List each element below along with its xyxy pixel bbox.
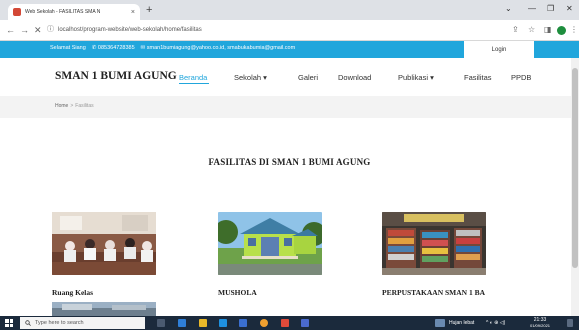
edge-icon[interactable] <box>219 319 227 327</box>
library-photo[interactable] <box>382 212 486 275</box>
share-icon[interactable]: ⇪ <box>512 25 519 35</box>
site-header: SMAN 1 BUMI AGUNG Beranda Sekolah ▾ Gale… <box>0 58 579 96</box>
address-bar-row: ← → ✕ ⓘ localhost/program-website/web-se… <box>0 20 579 41</box>
store-icon[interactable] <box>239 319 247 327</box>
app-icon-1[interactable] <box>178 319 186 327</box>
profile-avatar[interactable] <box>557 26 566 35</box>
nav-beranda[interactable]: Beranda <box>179 73 207 82</box>
active-nav-underline <box>179 83 209 84</box>
breadcrumb: Home > Fasilitas <box>55 103 94 109</box>
browser-tab[interactable]: Web Sekolah - FASILITAS SMA N × <box>8 4 140 20</box>
window-close-button[interactable]: ✕ <box>566 4 573 14</box>
favicon-icon <box>13 8 21 16</box>
breadcrumb-bar: Home > Fasilitas <box>0 96 579 118</box>
minimize-button[interactable]: — <box>528 4 536 14</box>
bookmark-star-icon[interactable]: ☆ <box>528 25 535 35</box>
browser-menu-icon[interactable]: ⋮ <box>570 25 578 35</box>
classroom-photo[interactable] <box>52 212 156 275</box>
system-tray-icons[interactable]: ^ ◐ ⊕ ◁) <box>486 319 505 327</box>
next-facility-photo[interactable] <box>52 302 156 316</box>
stop-reload-icon[interactable]: ✕ <box>34 25 42 35</box>
facility-card-mushola[interactable]: MUSHOLA <box>218 212 322 297</box>
phone-text: ✆ 085364728385 <box>91 45 135 51</box>
greeting-text: Selamat Siang <box>50 45 86 51</box>
new-tab-button[interactable]: + <box>146 4 152 16</box>
back-icon[interactable]: ← <box>6 25 15 35</box>
restore-button[interactable]: ❐ <box>547 4 554 14</box>
tab-title: Web Sekolah - FASILITAS SMA N <box>25 9 101 15</box>
weather-icon[interactable] <box>435 319 445 327</box>
app-icon-3[interactable] <box>301 319 309 327</box>
taskbar-search-input[interactable]: Type here to search <box>20 317 145 329</box>
card-title[interactable]: Ruang Kelas <box>52 288 93 297</box>
facility-card-ruang-kelas[interactable]: Ruang Kelas <box>52 212 156 297</box>
card-title[interactable]: MUSHOLA <box>218 288 257 297</box>
side-panel-icon[interactable]: ◨ <box>544 25 552 35</box>
nav-galeri[interactable]: Galeri <box>298 73 318 82</box>
os-taskbar: Type here to search Hujan lebat ^ ◐ ⊕ ◁)… <box>0 316 579 330</box>
breadcrumb-separator: > <box>70 103 74 109</box>
login-button[interactable]: Login <box>464 41 534 58</box>
nav-sekolah[interactable]: Sekolah ▾ <box>234 73 267 82</box>
breadcrumb-current: Fasilitas <box>75 103 94 109</box>
browser-tab-strip: Web Sekolah - FASILITAS SMA N × + ⌄ — ❐ … <box>0 0 579 20</box>
nav-download[interactable]: Download <box>338 73 371 82</box>
clock[interactable]: 21:33 01/09/2021 <box>530 317 550 329</box>
file-explorer-icon[interactable] <box>199 319 207 327</box>
breadcrumb-home[interactable]: Home <box>55 103 68 109</box>
nav-publikasi[interactable]: Publikasi ▾ <box>398 73 434 82</box>
search-placeholder: Type here to search <box>35 320 84 326</box>
page-title: FASILITAS DI SMAN 1 BUMI AGUNG <box>208 157 371 167</box>
search-icon <box>25 320 31 326</box>
site-brand[interactable]: SMAN 1 BUMI AGUNG <box>55 70 177 82</box>
weather-text[interactable]: Hujan lebat <box>449 319 474 327</box>
email-text: ✉ sman1bumiagung@yahoo.co.id, smabukabum… <box>140 45 296 51</box>
mosque-building-photo[interactable] <box>218 212 322 275</box>
app-icon-2[interactable] <box>281 319 289 327</box>
close-tab-icon[interactable]: × <box>131 9 135 16</box>
windows-start-icon[interactable] <box>5 319 13 327</box>
notification-icon[interactable] <box>567 319 573 327</box>
tab-search-chevron-icon[interactable]: ⌄ <box>505 4 512 14</box>
site-info-icon[interactable]: ⓘ <box>47 25 54 35</box>
page-scrollbar[interactable] <box>571 58 579 316</box>
task-view-icon[interactable] <box>157 319 165 327</box>
chrome-icon[interactable] <box>260 319 268 327</box>
nav-ppdb[interactable]: PPDB <box>511 73 531 82</box>
forward-icon[interactable]: → <box>20 25 29 35</box>
card-title[interactable]: PERPUSTAKAAN SMAN 1 BA <box>382 288 485 297</box>
facility-card-perpustakaan[interactable]: PERPUSTAKAAN SMAN 1 BA <box>382 212 486 297</box>
clock-date: 01/09/2021 <box>530 323 551 328</box>
url-field[interactable]: localhost/program-website/web-sekolah/ho… <box>58 25 202 35</box>
nav-fasilitas[interactable]: Fasilitas <box>464 73 492 82</box>
scrollbar-thumb[interactable] <box>572 68 578 268</box>
